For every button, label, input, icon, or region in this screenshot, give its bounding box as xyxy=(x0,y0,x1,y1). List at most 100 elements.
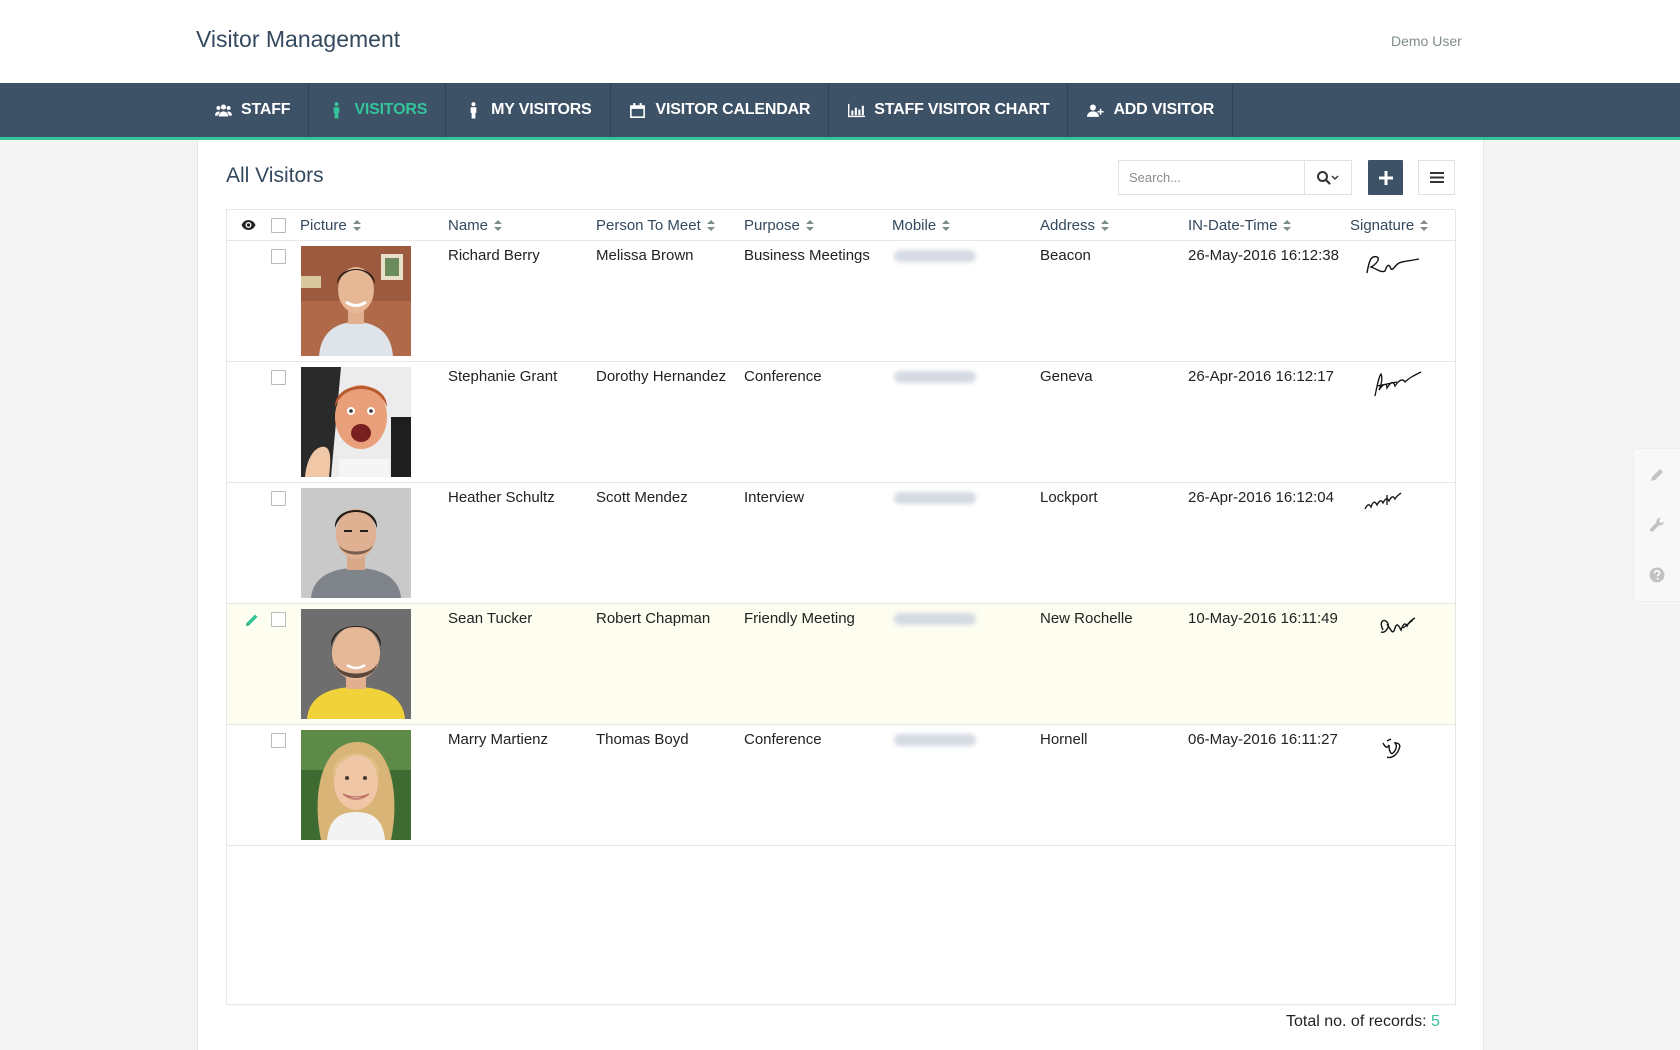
calendar-icon xyxy=(629,101,647,119)
nav-label: ADD VISITOR xyxy=(1113,101,1215,118)
bar-chart-icon xyxy=(847,101,865,119)
signature-image xyxy=(1380,617,1416,633)
address: Beacon xyxy=(1040,247,1091,264)
column-purpose[interactable]: Purpose xyxy=(744,210,814,241)
sort-icon xyxy=(494,220,503,231)
nav-label: STAFF VISITOR CHART xyxy=(874,101,1050,118)
person-to-meet: Robert Chapman xyxy=(596,610,711,627)
nav-add-visitor[interactable]: ADD VISITOR xyxy=(1068,83,1234,137)
users-icon xyxy=(214,101,232,119)
search-button[interactable] xyxy=(1304,160,1352,195)
row-checkbox[interactable] xyxy=(271,370,286,385)
column-mobile[interactable]: Mobile xyxy=(892,210,951,241)
sort-icon xyxy=(706,220,715,231)
column-in-date-time[interactable]: IN-Date-Time xyxy=(1188,210,1292,241)
visitor-name: Sean Tucker xyxy=(448,610,533,627)
table-header: Picture Name Person To Meet Purpose Mobi… xyxy=(227,210,1455,241)
total-records: Total no. of records: 5 xyxy=(1286,1013,1440,1031)
options-menu-button[interactable] xyxy=(1418,160,1455,195)
help-icon[interactable] xyxy=(1649,567,1665,583)
mobile-number-blurred: 6587728286 xyxy=(894,371,976,383)
address: Lockport xyxy=(1040,489,1098,506)
sort-icon xyxy=(805,220,814,231)
visitor-name: Richard Berry xyxy=(448,247,540,264)
address: New Rochelle xyxy=(1040,610,1133,627)
in-date-time: 06-May-2016 16:11:27 xyxy=(1188,731,1338,748)
visitor-photo xyxy=(301,367,411,477)
table-row[interactable]: Stephanie Grant Dorothy Hernandez Confer… xyxy=(227,362,1455,483)
nav-staff-visitor-chart[interactable]: STAFF VISITOR CHART xyxy=(829,83,1069,137)
nav-label: STAFF xyxy=(241,101,291,118)
total-records-count: 5 xyxy=(1430,1013,1440,1030)
hamburger-icon xyxy=(1429,172,1444,183)
person-to-meet: Scott Mendez xyxy=(596,489,688,506)
eye-icon[interactable] xyxy=(241,219,256,231)
search-input[interactable] xyxy=(1118,160,1304,195)
visitor-name: Heather Schultz xyxy=(448,489,555,506)
column-person-to-meet[interactable]: Person To Meet xyxy=(596,210,715,241)
purpose: Interview xyxy=(744,489,805,506)
pencil-icon[interactable] xyxy=(1649,467,1665,483)
nav-visitor-calendar[interactable]: VISITOR CALENDAR xyxy=(611,83,830,137)
top-header: Visitor Management Demo User xyxy=(0,0,1680,83)
signature-image xyxy=(1374,371,1422,397)
add-record-button[interactable] xyxy=(1368,160,1403,195)
row-checkbox[interactable] xyxy=(271,612,286,627)
sort-icon xyxy=(1283,220,1292,231)
signature-image xyxy=(1366,255,1420,274)
person-icon xyxy=(464,101,482,119)
signature-image xyxy=(1364,492,1402,510)
address: Hornell xyxy=(1040,731,1088,748)
column-address[interactable]: Address xyxy=(1040,210,1110,241)
plus-icon xyxy=(1378,170,1393,185)
person-to-meet: Dorothy Hernandez xyxy=(596,368,727,385)
nav-label: VISITOR CALENDAR xyxy=(655,101,811,118)
sort-icon xyxy=(1420,220,1429,231)
person-to-meet: Melissa Brown xyxy=(596,247,694,264)
in-date-time: 10-May-2016 16:11:49 xyxy=(1188,610,1338,627)
search-icon xyxy=(1317,170,1339,185)
nav-staff[interactable]: STAFF xyxy=(196,83,310,137)
visitor-photo xyxy=(301,488,411,598)
visitor-photo xyxy=(301,246,411,356)
address: Geneva xyxy=(1040,368,1093,385)
visitors-table: Picture Name Person To Meet Purpose Mobi… xyxy=(226,209,1456,1005)
visitors-panel: All Visitors Picture Name Person To Meet… xyxy=(197,140,1484,1050)
app-title: Visitor Management xyxy=(196,26,401,52)
signature-image xyxy=(1382,738,1401,759)
purpose: Business Meetings xyxy=(744,247,870,264)
table-row[interactable]: Marry Martienz Thomas Boyd Conference 67… xyxy=(227,725,1455,846)
table-row[interactable]: Heather Schultz Scott Mendez Interview 6… xyxy=(227,483,1455,604)
person-icon xyxy=(327,101,345,119)
row-checkbox[interactable] xyxy=(271,491,286,506)
main-navbar: STAFF VISITORS MY VISITORS VISITOR CALEN… xyxy=(0,83,1680,140)
visitor-photo xyxy=(301,730,411,840)
column-name[interactable]: Name xyxy=(448,210,503,241)
select-all-checkbox[interactable] xyxy=(271,218,286,233)
person-to-meet: Thomas Boyd xyxy=(596,731,689,748)
column-signature[interactable]: Signature xyxy=(1350,210,1429,241)
nav-visitors[interactable]: VISITORS xyxy=(309,83,447,137)
row-checkbox[interactable] xyxy=(271,249,286,264)
in-date-time: 26-Apr-2016 16:12:04 xyxy=(1188,489,1334,506)
sort-icon xyxy=(942,220,951,231)
user-menu[interactable]: Demo User xyxy=(1391,33,1462,49)
table-row[interactable]: Richard Berry Melissa Brown Business Mee… xyxy=(227,241,1455,362)
row-checkbox[interactable] xyxy=(271,733,286,748)
mobile-number-blurred: 6585346728 xyxy=(894,250,976,262)
purpose: Conference xyxy=(744,368,822,385)
pencil-icon[interactable] xyxy=(245,613,259,627)
mobile-number-blurred: 6585728874 xyxy=(894,492,976,504)
nav-my-visitors[interactable]: MY VISITORS xyxy=(446,83,611,137)
column-picture[interactable]: Picture xyxy=(300,210,361,241)
visitor-photo xyxy=(301,609,411,719)
wrench-icon[interactable] xyxy=(1649,517,1665,533)
sort-icon xyxy=(352,220,361,231)
table-row[interactable]: Sean Tucker Robert Chapman Friendly Meet… xyxy=(227,604,1455,725)
purpose: Conference xyxy=(744,731,822,748)
in-date-time: 26-Apr-2016 16:12:17 xyxy=(1188,368,1334,385)
nav-label: MY VISITORS xyxy=(491,101,592,118)
nav-label: VISITORS xyxy=(354,101,428,118)
visitor-name: Marry Martienz xyxy=(448,731,549,748)
purpose: Friendly Meeting xyxy=(744,610,855,627)
